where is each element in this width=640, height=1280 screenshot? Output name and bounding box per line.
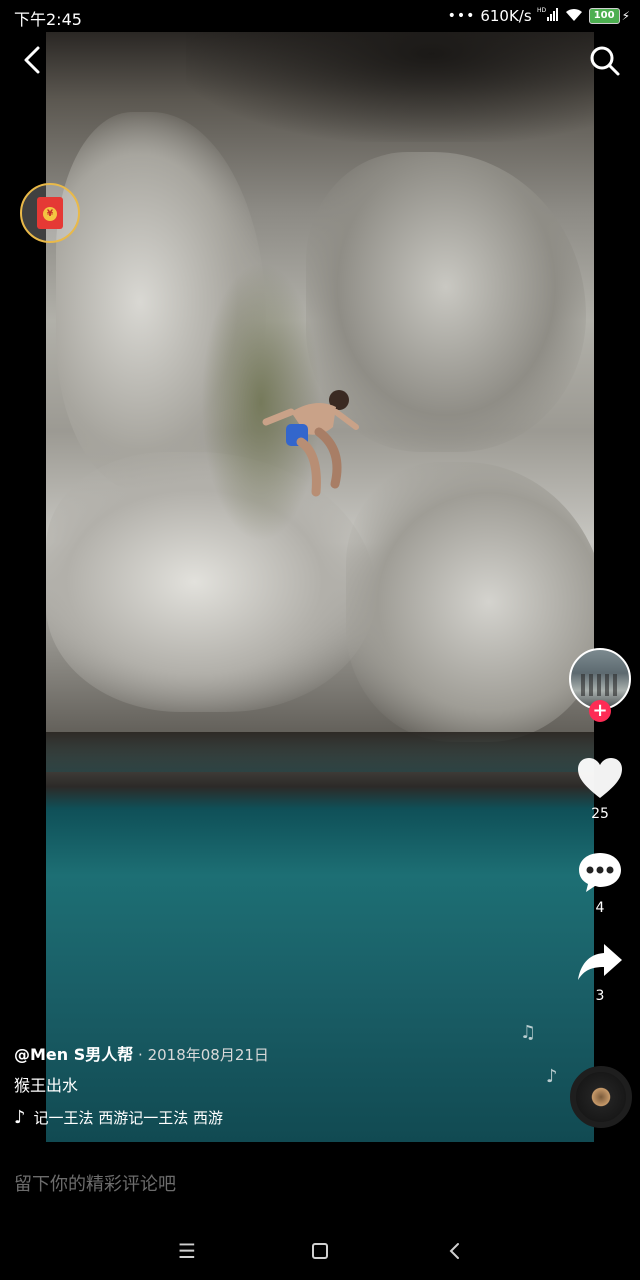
share-icon [578,944,622,980]
status-time: 下午2:45 [14,10,82,29]
heart-icon [578,758,622,798]
like-button[interactable]: 25 [572,756,628,822]
comment-icon [579,853,621,892]
music-note-icon: ♫ [520,1022,537,1043]
author-name[interactable]: @Men S男人帮 [14,1045,133,1064]
music-title: 记一王法 西游记一王法 西游 [33,1109,224,1127]
music-row[interactable]: ♪ 记一王法 西游记一王法 西游 [14,1107,254,1128]
chevron-left-icon [24,46,40,74]
music-disc[interactable] [570,1066,632,1128]
svg-text:HD: HD [537,7,547,14]
charging-icon: ⚡ [621,9,630,23]
system-nav-bar: ☰ [0,1222,640,1280]
like-count: 25 [591,806,609,822]
video-description: 猴王出水 [14,1076,79,1095]
tiktok-note-icon: ♪ [14,1107,26,1128]
nav-back-icon[interactable] [440,1236,470,1266]
comment-button[interactable]: 4 [572,850,628,916]
video-player[interactable] [46,32,594,1142]
red-envelope-icon: ¥ [37,197,63,229]
share-button[interactable]: 3 [572,940,628,1004]
network-speed: 610K/s [480,7,532,25]
diver-figure [262,390,359,497]
author-row: @Men S男人帮 · 2018年08月21日 [14,1041,269,1065]
menu-icon[interactable]: ☰ [172,1236,202,1266]
status-right: ••• 610K/s HD 100 ⚡ [448,6,630,26]
back-button[interactable] [18,44,46,76]
comment-count: 4 [595,900,605,916]
battery-icon: 100 ⚡ [588,8,630,24]
follow-plus-icon[interactable]: + [589,700,611,722]
post-date: · 2018年08月21日 [133,1046,269,1064]
home-icon[interactable] [305,1236,335,1266]
comment-input-bar[interactable]: 留下你的精彩评论吧 [0,1142,640,1222]
notification-dots: ••• [447,8,476,24]
status-bar: 下午2:45 ••• 610K/s HD 100 ⚡ [0,0,640,32]
search-button[interactable] [588,44,622,78]
search-icon [590,46,620,76]
battery-level: 100 [588,8,620,24]
wifi-icon [564,6,584,26]
red-packet-button[interactable]: ¥ [20,183,80,243]
music-note-icon: ♪ [546,1066,558,1087]
comment-placeholder: 留下你的精彩评论吧 [14,1174,176,1195]
signal-icon: HD [537,6,559,26]
share-count: 3 [595,988,605,1004]
